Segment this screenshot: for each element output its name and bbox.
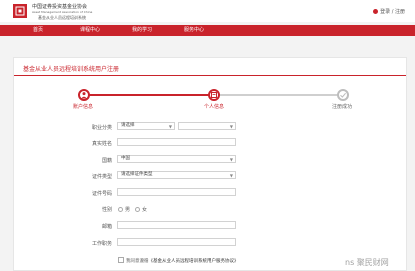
nav-home[interactable]: 首页 (18, 25, 58, 36)
job-category-select[interactable]: 请选择 ▼ (117, 122, 175, 130)
watermark: ns 聚民财网 (345, 258, 389, 267)
email-label: 邮箱 (101, 224, 112, 230)
agreement-prefix: 我同意遵循 (126, 259, 149, 264)
id-type-label: 证件类型 (91, 174, 112, 180)
agreement-checkbox[interactable] (118, 257, 124, 263)
chevron-down-icon: ▼ (229, 124, 233, 129)
radio-icon (135, 207, 140, 212)
nav-my-learning[interactable]: 我的学习 (122, 25, 162, 36)
step-1-circle (78, 89, 90, 101)
title-underline (14, 75, 406, 76)
id-type-value: 请选择证件类型 (121, 172, 153, 177)
top-header: 中国证券投资基金业协会 Asset Management Association… (0, 0, 415, 22)
chevron-down-icon: ▼ (168, 124, 172, 129)
id-type-select[interactable]: 请选择证件类型 ▼ (117, 171, 236, 179)
card-title: 基金从业人员远程培训系统用户注册 (23, 66, 120, 73)
id-number-input[interactable] (117, 188, 236, 196)
step-3-circle (337, 89, 349, 101)
system-subtitle: 基金从业人员远程培训系统 (38, 15, 86, 20)
nav-course-center[interactable]: 课程中心 (70, 25, 110, 36)
email-input[interactable] (117, 221, 236, 229)
id-number-label: 证件号码 (91, 191, 112, 197)
real-name-input[interactable] (117, 138, 236, 146)
step-1-label: 账户信息 (73, 104, 94, 110)
auth-separator: / (391, 9, 394, 15)
agreement-link[interactable]: 《基金从业人员远程培训系统用户服务协议》 (149, 259, 239, 264)
step-2-label: 个人信息 (204, 104, 225, 110)
progress-line-done (84, 94, 214, 96)
nationality-value: 中国 (121, 156, 130, 161)
association-logo (13, 4, 27, 18)
gender-male-label: 男 (125, 207, 131, 213)
step-2-circle (208, 89, 220, 101)
chevron-down-icon: ▼ (229, 173, 233, 178)
job-category-label: 职业分类 (91, 125, 112, 131)
agreement-row: 我同意遵循《基金从业人员远程培训系统用户服务协议》 (118, 257, 239, 264)
gender-label: 性别 (101, 207, 112, 213)
step-3-label: 注册成功 (332, 104, 353, 110)
job-category-value: 请选择 (121, 123, 135, 128)
position-label: 工作职务 (91, 241, 112, 247)
job-category-sub-select[interactable]: ▼ (178, 122, 236, 130)
gender-male-radio[interactable]: 男 (118, 206, 130, 213)
nationality-label: 国籍 (101, 158, 112, 164)
main-nav: 首页 课程中心 我的学习 服务中心 (0, 25, 415, 36)
real-name-label: 真实姓名 (91, 141, 112, 147)
radio-icon (118, 207, 123, 212)
chevron-down-icon: ▼ (229, 157, 233, 162)
gender-female-radio[interactable]: 女 (135, 206, 147, 213)
position-input[interactable] (117, 238, 236, 246)
register-link[interactable]: 注册 (395, 9, 405, 15)
gender-female-label: 女 (142, 207, 148, 213)
nationality-select[interactable]: 中国 ▼ (117, 155, 236, 163)
login-link[interactable]: 登录 (380, 9, 390, 15)
nav-service-center[interactable]: 服务中心 (174, 25, 214, 36)
auth-links: 登录 / 注册 (372, 8, 405, 15)
user-icon (372, 9, 378, 14)
progress-line-pending (220, 94, 343, 96)
org-name-en: Asset Management Association of China (32, 10, 93, 14)
